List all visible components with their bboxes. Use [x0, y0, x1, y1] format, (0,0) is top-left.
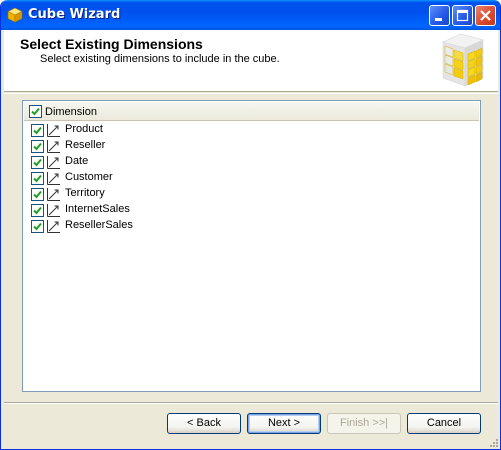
item-label: Date [65, 155, 89, 167]
dimension-icon [47, 204, 60, 217]
page-title: Select Existing Dimensions [20, 36, 203, 52]
minimize-icon [435, 18, 442, 21]
item-checkbox[interactable] [31, 156, 44, 169]
page-subtitle: Select existing dimensions to include in… [40, 53, 280, 65]
item-label: Reseller [65, 139, 106, 151]
dimension-icon [47, 172, 60, 185]
title-bar[interactable]: Cube Wizard [1, 0, 500, 30]
finish-button: Finish >>| [327, 413, 401, 434]
window-title: Cube Wizard [28, 7, 121, 22]
dimension-icon [47, 156, 60, 169]
dimension-icon [47, 220, 60, 233]
item-checkbox[interactable] [31, 140, 44, 153]
list-item-internetsales[interactable]: InternetSales [24, 202, 479, 218]
checkmark-icon [33, 158, 42, 167]
item-label: InternetSales [65, 203, 130, 215]
item-label: Product [65, 123, 103, 135]
cube-logo-icon [442, 33, 484, 87]
list-item-date[interactable]: Date [24, 154, 479, 170]
list-item-customer[interactable]: Customer [24, 170, 479, 186]
item-label: Territory [65, 187, 105, 199]
header-divider [4, 93, 498, 94]
cube-wizard-window: Cube Wizard Select Existing Dimensions S… [0, 0, 501, 450]
checkmark-icon [33, 222, 42, 231]
checkmark-icon [33, 174, 42, 183]
resize-grip-icon[interactable] [487, 436, 499, 448]
maximize-button[interactable] [452, 5, 473, 26]
footer-divider [4, 402, 498, 404]
minimize-button[interactable] [429, 5, 450, 26]
back-button[interactable]: < Back [167, 413, 241, 434]
close-icon [480, 10, 491, 21]
checkmark-icon [33, 142, 42, 151]
item-label: Customer [65, 171, 113, 183]
item-label: ResellerSales [65, 219, 133, 231]
list-item-territory[interactable]: Territory [24, 186, 479, 202]
item-checkbox[interactable] [31, 124, 44, 137]
column-header-label: Dimension [45, 106, 97, 118]
maximize-icon [456, 9, 469, 22]
dimension-rows: Product Reseller Date Customer Territory… [24, 122, 479, 234]
dimension-icon [47, 140, 60, 153]
item-checkbox[interactable] [31, 188, 44, 201]
list-item-resellersales[interactable]: ResellerSales [24, 218, 479, 234]
dimension-icon [47, 188, 60, 201]
dimension-icon [47, 124, 60, 137]
dimension-list[interactable]: Dimension Product Reseller Date Customer… [22, 100, 481, 392]
item-checkbox[interactable] [31, 220, 44, 233]
checkmark-icon [33, 190, 42, 199]
select-all-checkbox[interactable] [29, 105, 42, 118]
list-item-reseller[interactable]: Reseller [24, 138, 479, 154]
close-button[interactable] [475, 5, 496, 26]
item-checkbox[interactable] [31, 204, 44, 217]
list-column-header[interactable]: Dimension [24, 102, 479, 121]
checkmark-icon [33, 206, 42, 215]
wizard-header-panel: Select Existing Dimensions Select existi… [4, 30, 498, 92]
list-item-product[interactable]: Product [24, 122, 479, 138]
item-checkbox[interactable] [31, 172, 44, 185]
checkmark-icon [33, 126, 42, 135]
checkmark-icon [31, 107, 40, 116]
cube-app-icon [7, 7, 23, 23]
next-button[interactable]: Next > [247, 413, 321, 434]
cancel-button[interactable]: Cancel [407, 413, 481, 434]
